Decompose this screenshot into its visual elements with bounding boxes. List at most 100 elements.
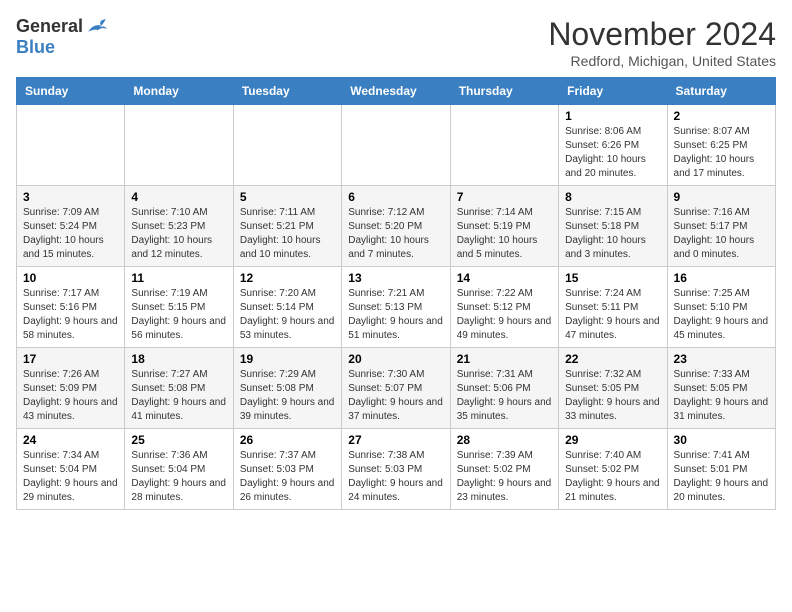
weekday-header-thursday: Thursday	[450, 78, 558, 105]
calendar-cell: 2 Sunrise: 8:07 AM Sunset: 6:25 PM Daylig…	[667, 105, 775, 186]
day-number: 18	[131, 352, 226, 366]
day-info: Sunrise: 7:33 AM Sunset: 5:05 PM Dayligh…	[674, 368, 769, 424]
day-number: 26	[240, 433, 335, 447]
day-number: 2	[674, 109, 769, 123]
calendar-cell: 3Sunrise: 7:09 AM Sunset: 5:24 PM Daylig…	[17, 186, 125, 267]
day-number: 23	[674, 352, 769, 366]
calendar-cell: 27 Sunrise: 7:38 AM Sunset: 5:03 PM Dayli…	[342, 429, 450, 510]
day-info: Sunrise: 7:34 AM Sunset: 5:04 PM Dayligh…	[23, 449, 118, 505]
calendar-week-row: 3Sunrise: 7:09 AM Sunset: 5:24 PM Daylig…	[17, 186, 776, 267]
calendar-cell: 24Sunrise: 7:34 AM Sunset: 5:04 PM Dayli…	[17, 429, 125, 510]
day-number: 11	[131, 271, 226, 285]
day-info: Sunrise: 7:09 AM Sunset: 5:24 PM Dayligh…	[23, 206, 118, 262]
day-info: Sunrise: 7:19 AM Sunset: 5:15 PM Dayligh…	[131, 287, 226, 343]
weekday-header-tuesday: Tuesday	[233, 78, 341, 105]
calendar-cell: 6 Sunrise: 7:12 AM Sunset: 5:20 PM Daylig…	[342, 186, 450, 267]
weekday-header-row: SundayMondayTuesdayWednesdayThursdayFrid…	[17, 78, 776, 105]
day-number: 20	[348, 352, 443, 366]
calendar-cell: 17 Sunrise: 7:26 AM Sunset: 5:09 PM Dayli…	[17, 348, 125, 429]
calendar-cell	[450, 105, 558, 186]
weekday-header-saturday: Saturday	[667, 78, 775, 105]
day-info: Sunrise: 7:21 AM Sunset: 5:13 PM Dayligh…	[348, 287, 443, 343]
calendar-cell: 25 Sunrise: 7:36 AM Sunset: 5:04 PM Dayli…	[125, 429, 233, 510]
day-info: Sunrise: 8:06 AM Sunset: 6:26 PM Dayligh…	[565, 125, 660, 181]
calendar-week-row: 17 Sunrise: 7:26 AM Sunset: 5:09 PM Dayli…	[17, 348, 776, 429]
calendar-cell: 12 Sunrise: 7:20 AM Sunset: 5:14 PM Dayli…	[233, 267, 341, 348]
day-info: Sunrise: 7:22 AM Sunset: 5:12 PM Dayligh…	[457, 287, 552, 343]
calendar-cell: 15 Sunrise: 7:24 AM Sunset: 5:11 PM Dayli…	[559, 267, 667, 348]
day-number: 10	[23, 271, 118, 285]
day-info: Sunrise: 7:12 AM Sunset: 5:20 PM Dayligh…	[348, 206, 443, 262]
logo-blue-text: Blue	[16, 37, 55, 58]
calendar-cell: 20Sunrise: 7:30 AM Sunset: 5:07 PM Dayli…	[342, 348, 450, 429]
calendar-cell: 5Sunrise: 7:11 AM Sunset: 5:21 PM Daylig…	[233, 186, 341, 267]
weekday-header-monday: Monday	[125, 78, 233, 105]
day-number: 14	[457, 271, 552, 285]
logo-bird-icon	[85, 17, 109, 37]
calendar-cell: 7Sunrise: 7:14 AM Sunset: 5:19 PM Daylig…	[450, 186, 558, 267]
calendar-cell: 18 Sunrise: 7:27 AM Sunset: 5:08 PM Dayli…	[125, 348, 233, 429]
calendar-cell: 16 Sunrise: 7:25 AM Sunset: 5:10 PM Dayli…	[667, 267, 775, 348]
day-number: 27	[348, 433, 443, 447]
day-number: 21	[457, 352, 552, 366]
day-info: Sunrise: 7:37 AM Sunset: 5:03 PM Dayligh…	[240, 449, 335, 505]
calendar-table: SundayMondayTuesdayWednesdayThursdayFrid…	[16, 77, 776, 510]
calendar-cell: 23 Sunrise: 7:33 AM Sunset: 5:05 PM Dayli…	[667, 348, 775, 429]
day-info: Sunrise: 7:36 AM Sunset: 5:04 PM Dayligh…	[131, 449, 226, 505]
day-number: 17	[23, 352, 118, 366]
day-number: 13	[348, 271, 443, 285]
calendar-cell: 13 Sunrise: 7:21 AM Sunset: 5:13 PM Dayli…	[342, 267, 450, 348]
calendar-cell	[125, 105, 233, 186]
calendar-cell: 22Sunrise: 7:32 AM Sunset: 5:05 PM Dayli…	[559, 348, 667, 429]
calendar-cell: 21 Sunrise: 7:31 AM Sunset: 5:06 PM Dayli…	[450, 348, 558, 429]
month-title: November 2024	[548, 16, 776, 53]
day-number: 9	[674, 190, 769, 204]
calendar-week-row: 10 Sunrise: 7:17 AM Sunset: 5:16 PM Dayli…	[17, 267, 776, 348]
calendar-cell	[17, 105, 125, 186]
day-number: 16	[674, 271, 769, 285]
day-info: Sunrise: 7:26 AM Sunset: 5:09 PM Dayligh…	[23, 368, 118, 424]
day-info: Sunrise: 7:39 AM Sunset: 5:02 PM Dayligh…	[457, 449, 552, 505]
day-info: Sunrise: 7:31 AM Sunset: 5:06 PM Dayligh…	[457, 368, 552, 424]
title-area: November 2024 Redford, Michigan, United …	[548, 16, 776, 69]
day-info: Sunrise: 7:38 AM Sunset: 5:03 PM Dayligh…	[348, 449, 443, 505]
day-info: Sunrise: 7:16 AM Sunset: 5:17 PM Dayligh…	[674, 206, 769, 262]
day-info: Sunrise: 7:15 AM Sunset: 5:18 PM Dayligh…	[565, 206, 660, 262]
calendar-week-row: 1 Sunrise: 8:06 AM Sunset: 6:26 PM Daylig…	[17, 105, 776, 186]
day-number: 25	[131, 433, 226, 447]
weekday-header-wednesday: Wednesday	[342, 78, 450, 105]
day-number: 8	[565, 190, 660, 204]
day-info: Sunrise: 7:27 AM Sunset: 5:08 PM Dayligh…	[131, 368, 226, 424]
day-number: 22	[565, 352, 660, 366]
calendar-cell: 11 Sunrise: 7:19 AM Sunset: 5:15 PM Dayli…	[125, 267, 233, 348]
day-number: 19	[240, 352, 335, 366]
day-number: 6	[348, 190, 443, 204]
day-number: 7	[457, 190, 552, 204]
day-info: Sunrise: 7:25 AM Sunset: 5:10 PM Dayligh…	[674, 287, 769, 343]
day-number: 29	[565, 433, 660, 447]
calendar-cell: 4 Sunrise: 7:10 AM Sunset: 5:23 PM Daylig…	[125, 186, 233, 267]
logo-general-text: General	[16, 16, 83, 37]
calendar-cell	[233, 105, 341, 186]
calendar-cell: 14 Sunrise: 7:22 AM Sunset: 5:12 PM Dayli…	[450, 267, 558, 348]
day-info: Sunrise: 7:11 AM Sunset: 5:21 PM Dayligh…	[240, 206, 335, 262]
calendar-cell: 30Sunrise: 7:41 AM Sunset: 5:01 PM Dayli…	[667, 429, 775, 510]
day-number: 4	[131, 190, 226, 204]
day-info: Sunrise: 7:20 AM Sunset: 5:14 PM Dayligh…	[240, 287, 335, 343]
day-info: Sunrise: 7:17 AM Sunset: 5:16 PM Dayligh…	[23, 287, 118, 343]
day-info: Sunrise: 8:07 AM Sunset: 6:25 PM Dayligh…	[674, 125, 769, 181]
day-number: 15	[565, 271, 660, 285]
day-number: 30	[674, 433, 769, 447]
calendar-cell: 28 Sunrise: 7:39 AM Sunset: 5:02 PM Dayli…	[450, 429, 558, 510]
day-number: 1	[565, 109, 660, 123]
day-info: Sunrise: 7:10 AM Sunset: 5:23 PM Dayligh…	[131, 206, 226, 262]
calendar-cell: 8 Sunrise: 7:15 AM Sunset: 5:18 PM Daylig…	[559, 186, 667, 267]
calendar-week-row: 24Sunrise: 7:34 AM Sunset: 5:04 PM Dayli…	[17, 429, 776, 510]
day-number: 28	[457, 433, 552, 447]
day-info: Sunrise: 7:24 AM Sunset: 5:11 PM Dayligh…	[565, 287, 660, 343]
day-info: Sunrise: 7:29 AM Sunset: 5:08 PM Dayligh…	[240, 368, 335, 424]
day-info: Sunrise: 7:40 AM Sunset: 5:02 PM Dayligh…	[565, 449, 660, 505]
location-subtitle: Redford, Michigan, United States	[548, 53, 776, 69]
day-number: 12	[240, 271, 335, 285]
page-header: General Blue November 2024 Redford, Mich…	[16, 16, 776, 69]
